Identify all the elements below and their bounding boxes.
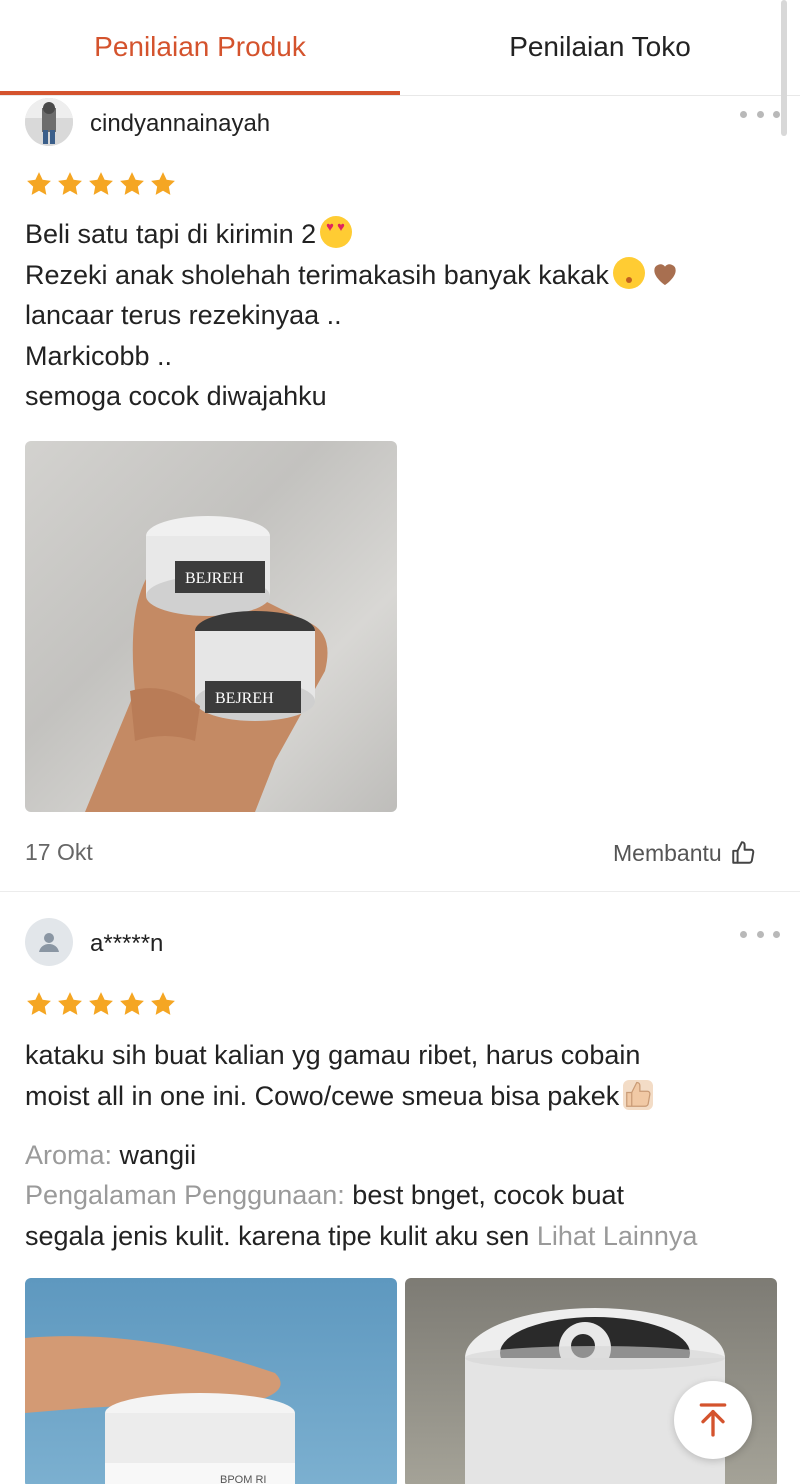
review-text: Beli satu tapi di kirimin 2 Rezeki anak … [25, 214, 785, 417]
star-icon [58, 172, 82, 195]
jar-brand-text: BEJREH [185, 570, 244, 587]
star-icon [151, 172, 175, 195]
experience-value: segala jenis kulit. karena tipe kulit ak… [25, 1220, 530, 1251]
see-more-link[interactable]: Lihat Lainnya [537, 1221, 698, 1251]
star-icon [27, 172, 51, 195]
review-text: kataku sih buat kalian yg gamau ribet, h… [25, 1035, 785, 1116]
star-icon [89, 992, 113, 1015]
review-date: 17 Okt [25, 839, 93, 865]
review-card: a*****n kataku sih buat kalian yg gamau … [0, 893, 800, 1484]
tab-product-reviews[interactable]: Penilaian Produk [0, 0, 400, 94]
experience-value: best bnget, cocok buat [352, 1180, 624, 1210]
thumbs-up-icon [731, 841, 754, 864]
kissing-face-emoji-icon [612, 256, 645, 289]
arrow-up-icon [699, 1403, 727, 1437]
star-icon [151, 992, 175, 1015]
helpful-label: Membantu [613, 839, 722, 866]
star-icon [120, 992, 144, 1015]
star-icon [58, 992, 82, 1015]
tab-store-reviews[interactable]: Penilaian Toko [400, 0, 800, 94]
aroma-attribute: Aroma: wangii [25, 1135, 785, 1176]
reviewer-username[interactable]: cindyannainayah [90, 110, 270, 138]
bpom-label-text: BPOM RI [220, 1474, 266, 1484]
more-options-icon[interactable] [740, 925, 780, 943]
active-tab-indicator [0, 91, 400, 95]
avatar[interactable] [25, 98, 73, 146]
aroma-label: Aroma: [25, 1140, 113, 1170]
review-line: lancaar terus rezekinyaa .. [25, 300, 342, 330]
experience-attribute: Pengalaman Penggunaan: best bnget, cocok… [25, 1175, 785, 1256]
review-line: moist all in one ini. Cowo/cewe smeua bi… [25, 1080, 620, 1111]
more-options-icon[interactable] [740, 105, 780, 123]
review-line: Beli satu tapi di kirimin 2 [25, 219, 317, 249]
star-icon [89, 172, 113, 195]
thumbs-up-emoji-icon [623, 1079, 654, 1110]
avatar[interactable] [25, 918, 73, 966]
review-card: cindyannainayah Beli satu tapi di kirimi… [0, 96, 800, 892]
brown-heart-emoji-icon [649, 257, 681, 289]
review-tabs: Penilaian Produk Penilaian Toko [0, 0, 800, 96]
review-photo[interactable]: BEJREH BEJREH [25, 441, 397, 812]
review-line: Rezeki anak sholehah terimakasih banyak … [25, 259, 609, 290]
reviewer-username[interactable]: a*****n [90, 930, 163, 958]
jar-brand-text: BEJREH [215, 690, 274, 707]
star-icon [120, 172, 144, 195]
experience-label: Pengalaman Penggunaan: [25, 1180, 345, 1210]
star-rating [25, 170, 180, 198]
review-line: semoga cocok diwajahku [25, 381, 327, 411]
star-rating [25, 990, 180, 1018]
review-line: kataku sih buat kalian yg gamau ribet, h… [25, 1040, 641, 1070]
heart-eyes-emoji-icon [320, 216, 353, 248]
scroll-to-top-button[interactable] [674, 1381, 752, 1459]
star-icon [27, 992, 51, 1015]
review-line: Markicobb .. [25, 340, 173, 371]
review-photo[interactable]: BPOM RI [25, 1278, 397, 1484]
helpful-button[interactable]: Membantu [613, 838, 756, 868]
user-icon [39, 933, 59, 952]
aroma-value: wangii [119, 1140, 197, 1170]
